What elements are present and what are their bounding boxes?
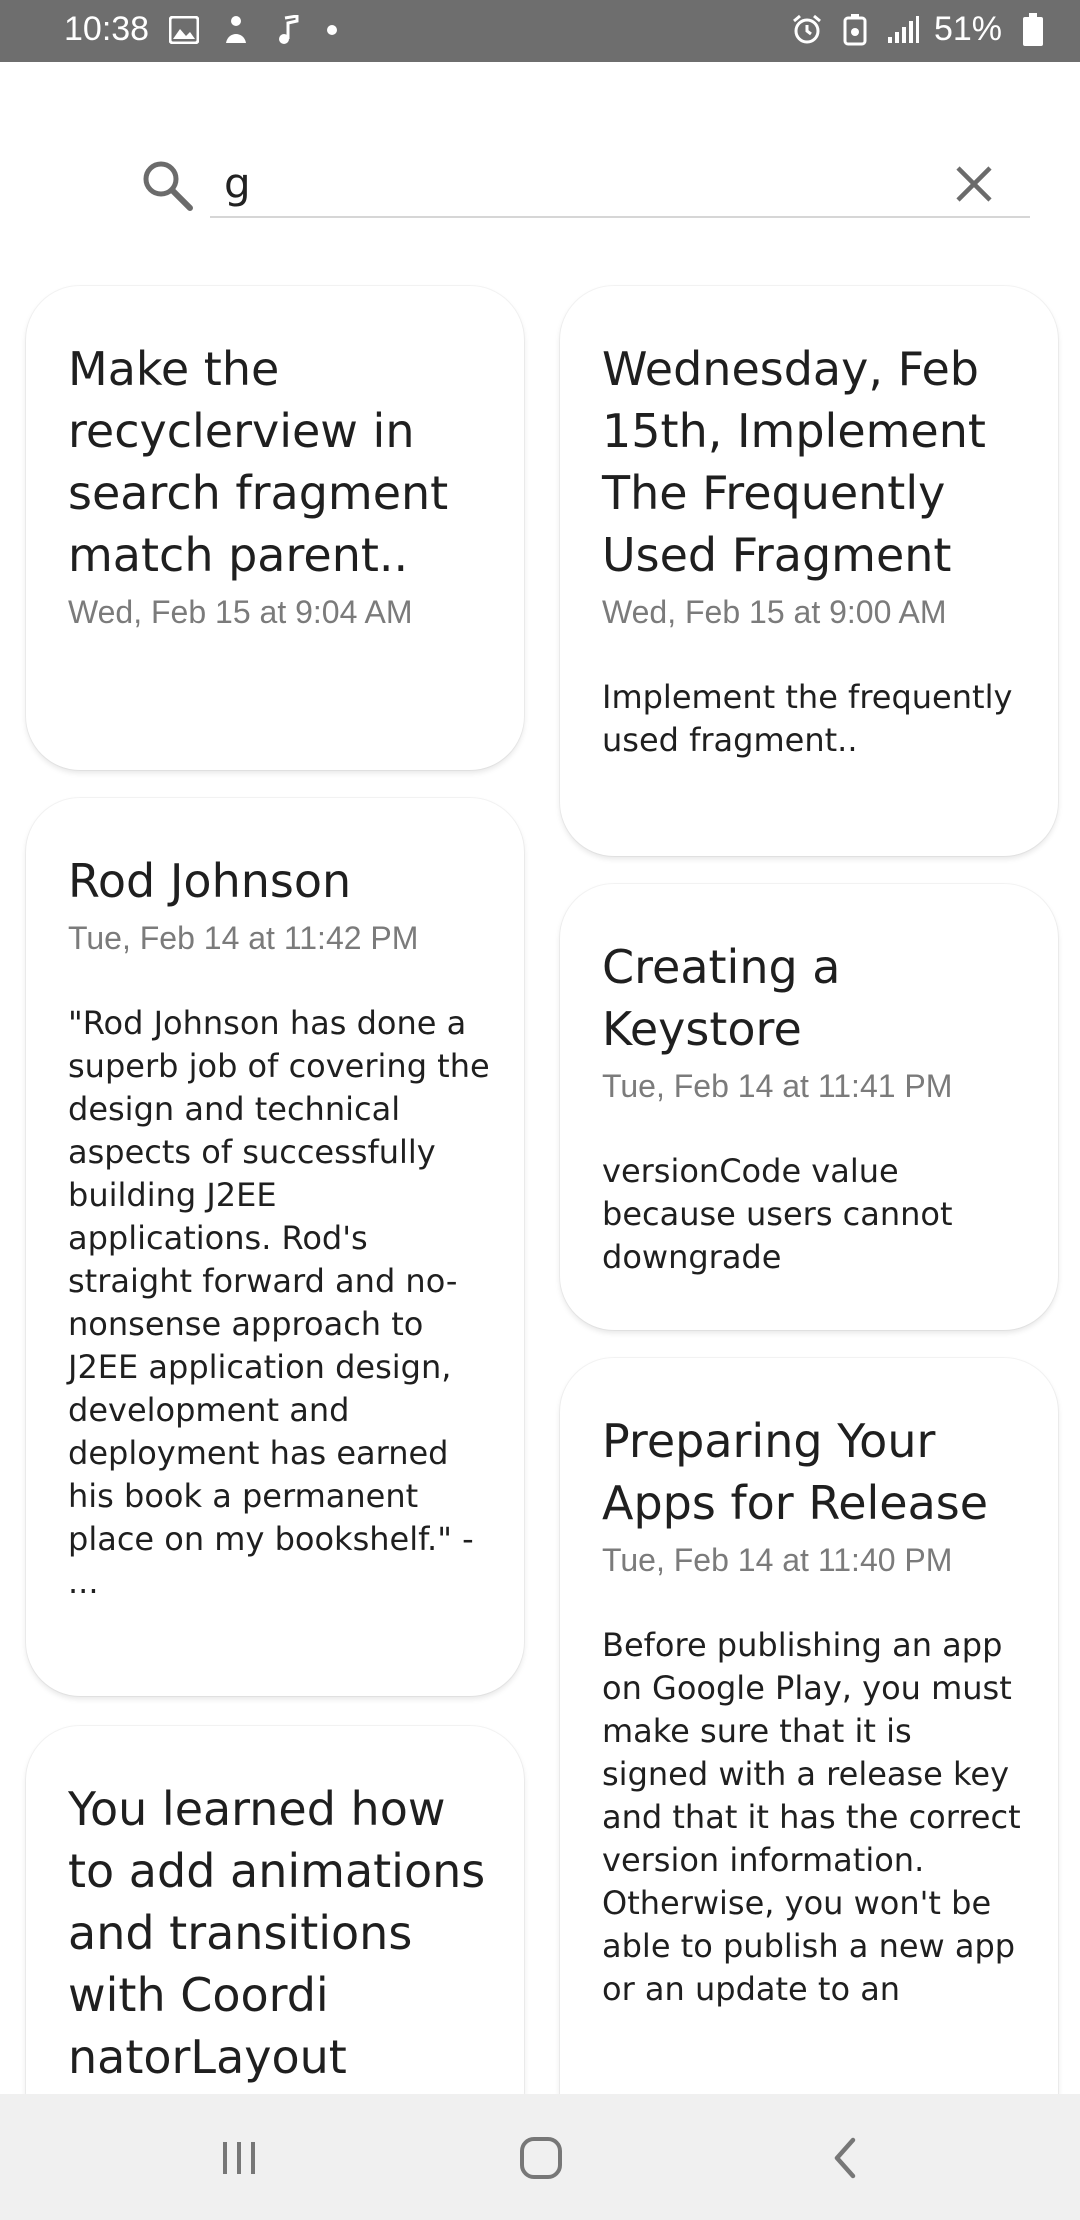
- battery-icon: [1016, 12, 1050, 47]
- battery-saver-icon: [838, 13, 872, 47]
- figure-icon: [219, 13, 253, 47]
- note-card[interactable]: Make the recyclerview in search fragment…: [26, 286, 524, 770]
- note-title: Make the recyclerview in search fragment…: [68, 342, 449, 582]
- battery-percent: 51%: [933, 10, 1002, 48]
- note-date: Tue, Feb 14 at 11:40 PM: [602, 1542, 953, 1578]
- note-card[interactable]: Preparing Your Apps for Release Tue, Feb…: [560, 1358, 1058, 2158]
- note-title: Wednesday, Feb 15th, Implement The Frequ…: [602, 342, 986, 582]
- note-card[interactable]: Creating a Keystore Tue, Feb 14 at 11:41…: [560, 884, 1058, 1330]
- search-input[interactable]: [210, 150, 1030, 218]
- recent-apps-icon[interactable]: [204, 2128, 274, 2188]
- note-title: You learned how to add animations and tr…: [68, 1782, 486, 2084]
- search-icon[interactable]: [140, 158, 194, 212]
- note-body: "Rod Johnson has done a superb job of co…: [68, 1004, 490, 1601]
- note-card[interactable]: You learned how to add animations and tr…: [26, 1726, 524, 2146]
- note-date: Wed, Feb 15 at 9:04 AM: [68, 594, 413, 630]
- status-time: 10:38: [64, 10, 150, 48]
- navigation-bar: [0, 2094, 1080, 2220]
- status-right: 51%: [790, 10, 1050, 49]
- status-left: 10:38: [64, 10, 338, 49]
- note-card[interactable]: Wednesday, Feb 15th, Implement The Frequ…: [560, 286, 1058, 856]
- status-bar: 10:38 51%: [0, 0, 1080, 62]
- search-bar: [140, 150, 1030, 220]
- note-body: Before publishing an app on Google Play,…: [602, 1626, 1021, 2008]
- note-date: Tue, Feb 14 at 11:41 PM: [602, 1068, 953, 1104]
- note-body: versionCode value because users cannot d…: [602, 1152, 953, 1276]
- note-title: Preparing Your Apps for Release: [602, 1414, 989, 1530]
- note-title: Rod Johnson: [68, 854, 352, 908]
- note-card[interactable]: Rod Johnson Tue, Feb 14 at 11:42 PM "Rod…: [26, 798, 524, 1696]
- home-icon[interactable]: [506, 2128, 576, 2188]
- note-title: Creating a Keystore: [602, 940, 841, 1056]
- note-date: Wed, Feb 15 at 9:00 AM: [602, 594, 947, 630]
- note-date: Tue, Feb 14 at 11:42 PM: [68, 920, 419, 956]
- note-body: Implement the frequently used fragment..: [602, 678, 1013, 759]
- close-icon[interactable]: [950, 160, 998, 208]
- music-note-icon: [271, 13, 305, 47]
- alarm-icon: [790, 13, 824, 47]
- gallery-icon: [167, 13, 201, 47]
- signal-icon: [886, 13, 920, 47]
- dot-icon: [327, 24, 338, 35]
- back-icon[interactable]: [810, 2128, 880, 2188]
